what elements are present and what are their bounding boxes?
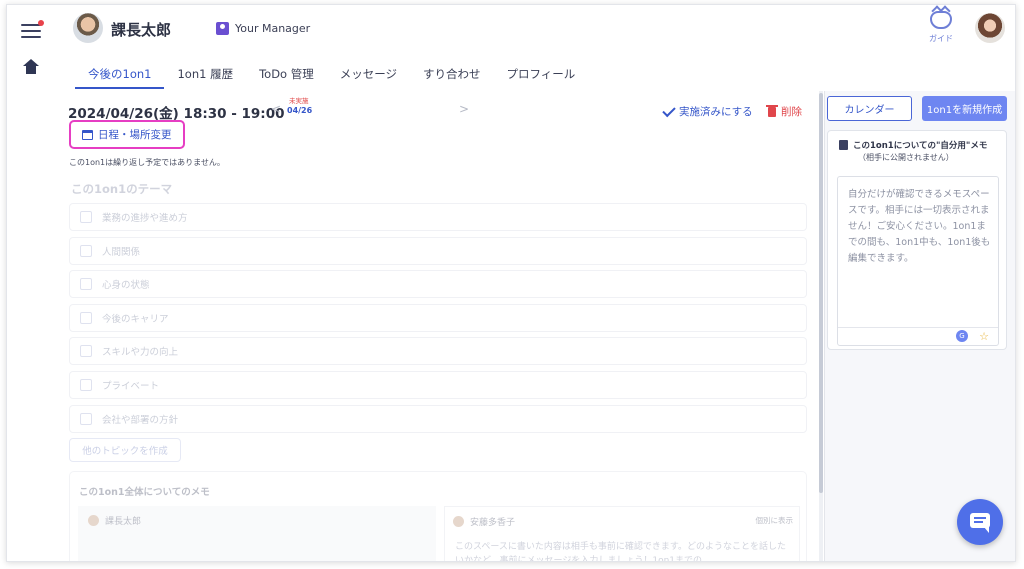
tab-messages[interactable]: メッセージ bbox=[327, 57, 410, 89]
tab-alignment[interactable]: すり合わせ bbox=[410, 57, 494, 89]
calendar-icon bbox=[82, 129, 93, 140]
topic-label: 今後のキャリア bbox=[102, 313, 169, 325]
topic-label: 心身の状態 bbox=[102, 280, 150, 292]
reschedule-label: 日程・場所変更 bbox=[98, 129, 172, 141]
delete-button[interactable]: 削除 bbox=[766, 104, 802, 119]
status-badge: 未実施 bbox=[289, 97, 309, 105]
scrollbar-thumb[interactable] bbox=[819, 93, 823, 493]
chat-icon bbox=[970, 513, 990, 533]
topic-list: 業務の進捗や進め方 人間関係 心身の状態 今後のキャリア スキルや力の向上 プラ… bbox=[69, 203, 807, 438]
topic-label: プライベート bbox=[102, 380, 160, 392]
checkbox[interactable] bbox=[80, 211, 92, 223]
private-memo-input[interactable]: 自分だけが確認できるメモスペースです。相手には一切表示されません！ご安心ください… bbox=[837, 176, 999, 346]
individual-toggle[interactable]: 個別に表示 bbox=[756, 515, 794, 526]
right-memo-tab[interactable]: 安藤多香子 個別に表示 このスペースに書いた内容は相手も事前に確認できます。どの… bbox=[444, 506, 800, 561]
manager-label: Your Manager bbox=[235, 22, 311, 35]
left-author: 課長太郎 bbox=[88, 514, 141, 527]
list-item[interactable]: 今後のキャリア bbox=[69, 303, 807, 332]
hamburger-icon[interactable] bbox=[21, 20, 44, 38]
tab-profile[interactable]: プロフィール bbox=[494, 57, 589, 89]
guide-button[interactable]: ガイド bbox=[925, 11, 957, 44]
checkbox[interactable] bbox=[80, 345, 92, 358]
list-item[interactable]: 心身の状態 bbox=[69, 270, 807, 299]
mark-done-button[interactable]: 実施済みにする bbox=[662, 103, 753, 119]
left-memo-tab[interactable]: 課長太郎 bbox=[78, 506, 436, 561]
topic-label: 会社や部署の方針 bbox=[102, 414, 179, 426]
user-name: 課長太郎 bbox=[111, 21, 172, 39]
list-item[interactable]: プライベート bbox=[69, 370, 807, 399]
checkbox[interactable] bbox=[80, 378, 92, 391]
top-bar: 課長太郎 Your Manager ガイド bbox=[7, 5, 1015, 55]
topic-label: スキルや力の向上 bbox=[102, 347, 179, 359]
topic-label: 人間関係 bbox=[102, 246, 141, 258]
memo-toolbar: G ☆ bbox=[838, 327, 998, 345]
avatar[interactable] bbox=[73, 13, 103, 43]
star-icon[interactable]: ☆ bbox=[979, 330, 989, 343]
avatar bbox=[88, 515, 99, 526]
new-1on1-button[interactable]: 1on1を新規作成 bbox=[922, 96, 1007, 121]
memo-heading: この1on1全体についてのメモ bbox=[79, 487, 210, 498]
memo-placeholder: 自分だけが確認できるメモスペースです。相手には一切表示されません！ご安心ください… bbox=[848, 189, 991, 264]
checkbox[interactable] bbox=[80, 278, 92, 291]
shared-memo-section: この1on1全体についてのメモ 課長太郎 安藤多香子 個別に表示 このスペースに… bbox=[69, 471, 807, 561]
meeting-datetime: 2024/04/26(金) 18:30 - 19:00 bbox=[68, 106, 285, 122]
grammar-icon[interactable]: G bbox=[956, 330, 968, 342]
delete-label: 削除 bbox=[781, 106, 802, 118]
reschedule-button[interactable]: 日程・場所変更 bbox=[69, 120, 185, 149]
memo-body[interactable]: このスペースに書いた内容は相手も事前に確認できます。どのようなことを話したいかな… bbox=[455, 540, 795, 561]
left-author-name: 課長太郎 bbox=[105, 517, 142, 527]
chat-button[interactable] bbox=[957, 499, 1003, 545]
memo-icon bbox=[839, 140, 848, 150]
app-window: 課長太郎 Your Manager ガイド 今後の1on1 1on1 履歴 To… bbox=[6, 4, 1016, 562]
list-item[interactable]: スキルや力の向上 bbox=[69, 337, 807, 366]
right-author: 安藤多香子 bbox=[453, 515, 515, 528]
list-item[interactable]: 業務の進捗や進め方 bbox=[69, 203, 807, 231]
private-memo-title: この1on1についての"自分用"メモ bbox=[853, 141, 988, 151]
tab-todo[interactable]: ToDo 管理 bbox=[246, 57, 327, 89]
checkbox[interactable] bbox=[80, 311, 92, 324]
private-memo-card: この1on1についての"自分用"メモ （相手に公開されません） 自分だけが確認で… bbox=[827, 130, 1007, 350]
date-navigator: < 未実施 04/26 > bbox=[271, 95, 469, 119]
theme-heading: この1on1のテーマ bbox=[71, 182, 173, 196]
prev-arrow-icon[interactable]: < bbox=[271, 102, 281, 116]
current-date: 04/26 bbox=[287, 106, 313, 115]
tab-upcoming[interactable]: 今後の1on1 bbox=[75, 57, 165, 89]
topic-label: 業務の進捗や進め方 bbox=[102, 213, 188, 224]
notification-dot bbox=[38, 20, 44, 26]
repeat-note: この1on1は繰り返し予定ではありません。 bbox=[69, 158, 225, 167]
right-author-name: 安藤多香子 bbox=[470, 518, 516, 528]
add-topic-button[interactable]: 他のトピックを作成 bbox=[69, 438, 181, 462]
partner-avatar[interactable] bbox=[975, 13, 1005, 43]
list-item[interactable]: 会社や部署の方針 bbox=[69, 404, 807, 433]
avatar bbox=[453, 516, 464, 527]
tab-bar: 今後の1on1 1on1 履歴 ToDo 管理 メッセージ すり合わせ プロフィ… bbox=[75, 57, 588, 89]
guide-label: ガイド bbox=[929, 34, 953, 43]
checkbox[interactable] bbox=[80, 244, 92, 257]
next-arrow-icon[interactable]: > bbox=[459, 102, 469, 116]
home-icon[interactable] bbox=[23, 59, 39, 77]
mark-done-label: 実施済みにする bbox=[679, 106, 753, 118]
guide-icon bbox=[930, 11, 952, 29]
manager-icon bbox=[216, 22, 229, 35]
manager-badge: Your Manager bbox=[216, 22, 310, 35]
calendar-button[interactable]: カレンダー bbox=[827, 96, 912, 121]
tab-history[interactable]: 1on1 履歴 bbox=[164, 57, 246, 89]
checkbox[interactable] bbox=[80, 412, 92, 425]
private-memo-subtitle: （相手に公開されません） bbox=[858, 153, 954, 162]
check-icon bbox=[662, 103, 676, 117]
list-item[interactable]: 人間関係 bbox=[69, 236, 807, 265]
trash-icon bbox=[766, 104, 778, 117]
